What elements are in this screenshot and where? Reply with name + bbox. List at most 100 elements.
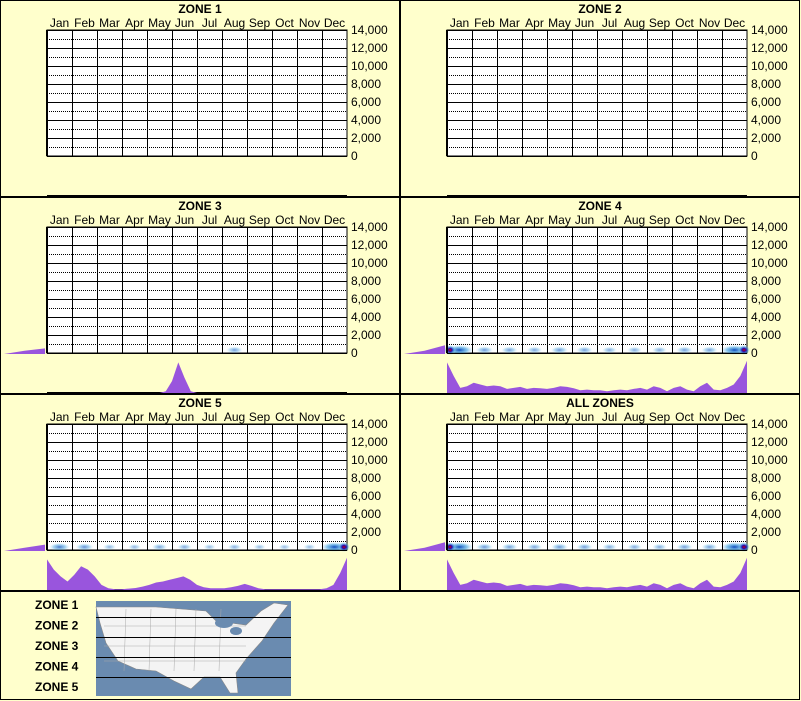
month-tick-label: Jan	[450, 16, 469, 30]
month-tick-label: Nov	[299, 213, 320, 227]
y-tick-label: 8,000	[751, 471, 781, 485]
month-tick-label: Feb	[74, 410, 95, 424]
month-tick-label: Nov	[299, 16, 320, 30]
y-tick-label: 14,000	[351, 417, 388, 431]
heat-cell	[501, 543, 518, 551]
month-tick-label: Jul	[202, 16, 217, 30]
y-tick-label: 2,000	[351, 525, 381, 539]
heat-cell	[676, 543, 693, 551]
month-tick-label: Jan	[450, 213, 469, 227]
heat-cell	[526, 543, 543, 551]
heat-cell	[626, 543, 643, 551]
y-tick-label: 10,000	[751, 453, 788, 467]
y-tick-label: 2,000	[751, 328, 781, 342]
heat-cell	[701, 346, 718, 354]
month-tick-label: Mar	[499, 213, 520, 227]
y-tick-label: 4,000	[351, 507, 381, 521]
y-tick-label: 14,000	[751, 23, 788, 37]
chart-panel: ZONE 4 Jan Feb Mar Apr May Jun Jul Aug Sep Oct Nov D…	[400, 197, 800, 394]
heat-cell	[203, 543, 216, 551]
heat-cell	[278, 543, 291, 551]
month-tick-label: Nov	[699, 213, 720, 227]
month-tick-label: May	[548, 16, 571, 30]
heat-cell	[676, 346, 693, 354]
month-tick-label: Jan	[450, 410, 469, 424]
y-tick-label: 14,000	[351, 23, 388, 37]
month-tick-label: Apr	[125, 16, 144, 30]
month-tick-label: Jun	[575, 410, 594, 424]
y-tick-label: 4,000	[751, 507, 781, 521]
month-tick-label: Apr	[125, 213, 144, 227]
month-tick-label: Jul	[602, 213, 617, 227]
month-tick-label: Sep	[249, 410, 271, 424]
legend-zone-label: ZONE 3	[35, 639, 79, 653]
y-tick-label: 0	[751, 346, 758, 360]
month-tick-label: Sep	[649, 16, 671, 30]
month-tick-label: Jan	[50, 410, 69, 424]
month-tick-label: Aug	[624, 213, 645, 227]
month-tick-label: Jul	[602, 410, 617, 424]
month-tick-label: May	[548, 410, 571, 424]
y-tick-label: 8,000	[751, 274, 781, 288]
chart-panel: ZONE 1 Jan Feb Mar Apr May Jun Jul Aug Sep Oct Nov D…	[0, 0, 400, 197]
month-tick-label: Feb	[74, 213, 95, 227]
month-tick-label: Apr	[525, 410, 544, 424]
month-tick-label: Oct	[675, 16, 694, 30]
month-tick-label: Oct	[275, 410, 294, 424]
y-tick-label: 8,000	[751, 77, 781, 91]
month-tick-label: Nov	[299, 410, 320, 424]
chart-panel: ZONE 5 Jan Feb Mar Apr May Jun Jul Aug Sep Oct Nov D…	[0, 394, 400, 591]
month-tick-label: Oct	[275, 213, 294, 227]
month-tick-label: Mar	[499, 410, 520, 424]
month-tick-label: Dec	[324, 213, 345, 227]
chart-panel: ZONE 3 Jan Feb Mar Apr May Jun Jul Aug Sep Oct Nov D…	[0, 197, 400, 394]
y-tick-label: 10,000	[351, 453, 388, 467]
month-tick-label: Apr	[525, 213, 544, 227]
month-tick-label: Dec	[724, 410, 745, 424]
y-tick-label: 6,000	[751, 489, 781, 503]
heat-cell	[601, 346, 618, 354]
month-tick-label: May	[148, 410, 171, 424]
y-tick-label: 2,000	[751, 131, 781, 145]
chart-panel: ALL ZONES Jan Feb Mar Apr May Jun Jul Aug Sep Oct N…	[400, 394, 800, 591]
month-tick-label: Sep	[649, 213, 671, 227]
heat-cell	[151, 543, 168, 551]
y-tick-label: 10,000	[351, 59, 388, 73]
y-tick-label: 12,000	[751, 435, 788, 449]
heat-cell	[626, 346, 643, 354]
heat-cell	[550, 346, 569, 354]
heat-cell	[127, 543, 142, 551]
month-tick-label: Oct	[275, 16, 294, 30]
y-tick-label: 10,000	[351, 256, 388, 270]
figure: ZONE 1 Jan Feb Mar Apr May Jun Jul Aug Sep Oct Nov D…	[0, 0, 800, 700]
chart-title: ZONE 5	[178, 396, 222, 410]
heat-cell	[75, 543, 94, 551]
y-tick-label: 14,000	[351, 220, 388, 234]
heat-cell	[475, 543, 494, 551]
month-tick-label: Aug	[224, 213, 245, 227]
month-tick-label: Jun	[175, 410, 194, 424]
month-tick-label: Feb	[474, 410, 495, 424]
heat-cell	[550, 543, 569, 551]
heat-cell	[48, 542, 71, 552]
y-tick-label: 2,000	[351, 131, 381, 145]
y-tick-label: 14,000	[751, 220, 788, 234]
month-tick-label: Oct	[675, 410, 694, 424]
month-tick-label: Sep	[649, 410, 671, 424]
y-tick-label: 4,000	[751, 310, 781, 324]
heat-cell	[576, 543, 593, 551]
y-tick-label: 10,000	[751, 256, 788, 270]
map-lake	[230, 627, 242, 635]
month-tick-label: Aug	[624, 410, 645, 424]
heat-cell	[651, 543, 668, 551]
month-tick-label: Nov	[699, 410, 720, 424]
month-tick-label: Sep	[249, 16, 271, 30]
y-tick-label: 4,000	[351, 310, 381, 324]
y-tick-label: 4,000	[751, 113, 781, 127]
y-tick-label: 2,000	[351, 328, 381, 342]
month-tick-label: Mar	[99, 16, 120, 30]
heat-cell	[303, 543, 316, 551]
heat-cell	[601, 543, 618, 551]
y-tick-label: 12,000	[751, 238, 788, 252]
y-tick-label: 6,000	[351, 489, 381, 503]
